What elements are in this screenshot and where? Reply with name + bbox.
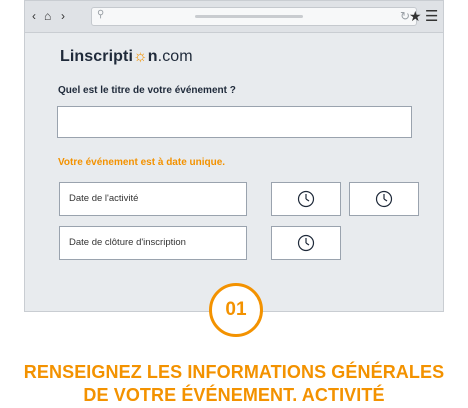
registration-close-label: Date de clôture d'inscription bbox=[69, 237, 186, 248]
title-question: Quel est le titre de votre événement ? bbox=[58, 85, 236, 96]
logo-text-n: n bbox=[147, 48, 158, 65]
site-logo[interactable]: Linscripti☼n.com bbox=[60, 48, 193, 66]
menu-icon[interactable]: ☰ bbox=[425, 7, 438, 25]
registration-close-date-field[interactable]: Date de clôture d'inscription bbox=[59, 226, 247, 260]
browser-toolbar: ‹ ⌂ › ⚲ ↻ ★ ☰ bbox=[25, 1, 443, 33]
url-text-placeholder bbox=[195, 15, 303, 18]
activity-date-field[interactable]: Date de l'activité bbox=[59, 182, 247, 216]
logo-text-domain: .com bbox=[157, 48, 193, 65]
registration-close-time-field[interactable] bbox=[271, 226, 341, 260]
home-icon[interactable]: ⌂ bbox=[44, 8, 51, 24]
sun-icon: ☼ bbox=[133, 48, 148, 65]
activity-end-time-field[interactable] bbox=[349, 182, 419, 216]
chevron-right-icon[interactable]: › bbox=[61, 8, 65, 24]
activity-date-label: Date de l'activité bbox=[69, 193, 139, 204]
logo-text-main: Linscripti bbox=[60, 48, 134, 65]
step-number-badge: 01 bbox=[209, 283, 263, 337]
step-headline-line-1: RENSEIGNEZ LES INFORMATIONS GÉNÉRALES bbox=[23, 362, 445, 382]
clock-icon bbox=[375, 190, 393, 208]
star-icon[interactable]: ★ bbox=[409, 8, 422, 25]
browser-window: ‹ ⌂ › ⚲ ↻ ★ ☰ Linscripti☼n.com Quel est … bbox=[24, 0, 444, 312]
single-date-label: Votre événement est à date unique. bbox=[58, 157, 226, 168]
search-icon: ⚲ bbox=[97, 9, 105, 20]
activity-start-time-field[interactable] bbox=[271, 182, 341, 216]
clock-icon bbox=[297, 190, 315, 208]
step-headline-line-2: DE VOTRE ÉVÉNEMENT. ACTIVITÉ bbox=[83, 385, 385, 405]
chevron-left-icon[interactable]: ‹ bbox=[32, 8, 36, 24]
event-title-input[interactable] bbox=[57, 106, 412, 138]
clock-icon bbox=[297, 234, 315, 252]
